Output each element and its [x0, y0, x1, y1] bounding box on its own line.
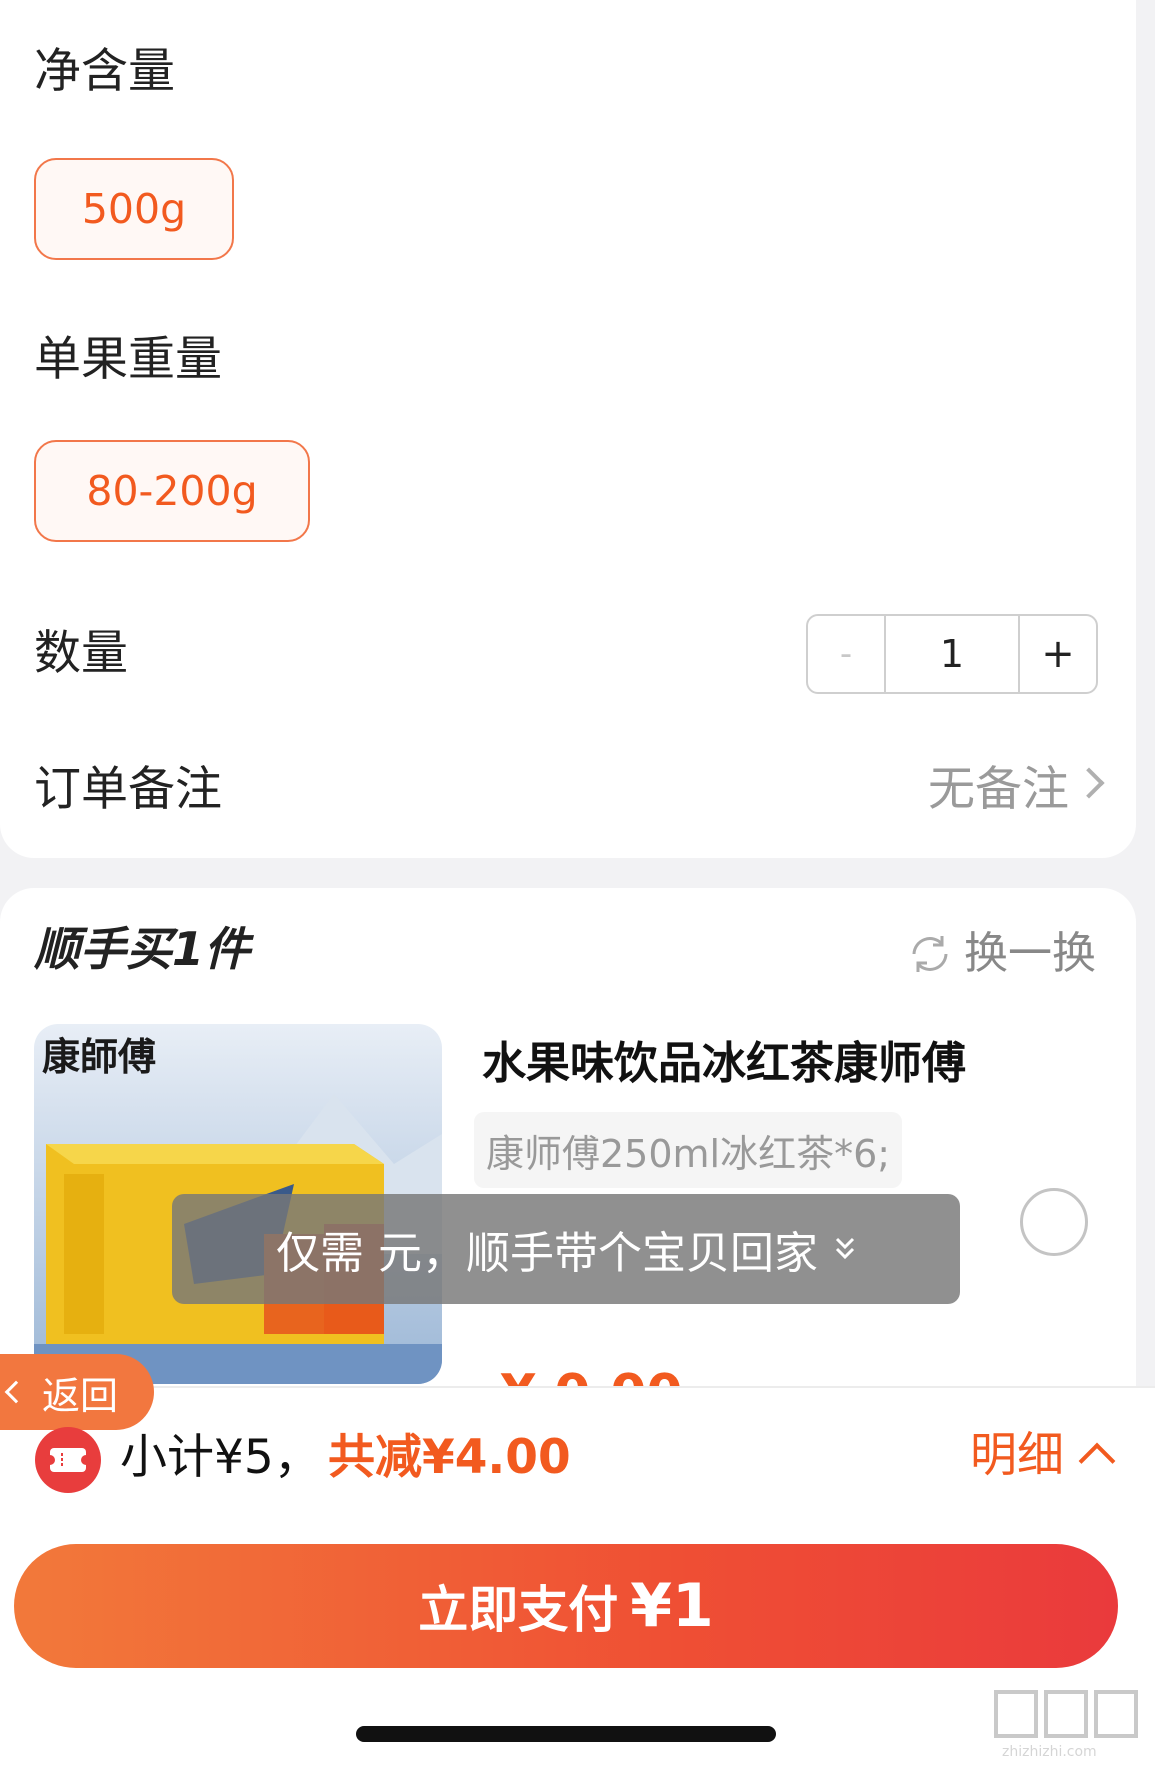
- addon-title: 顺手买1件: [34, 922, 251, 976]
- increment-button[interactable]: +: [1020, 616, 1096, 692]
- select-radio[interactable]: [1020, 1188, 1088, 1256]
- brand-logo: 康師傅: [42, 1034, 156, 1079]
- watermark-text: zhizhizhi.com: [1002, 1744, 1097, 1760]
- single-weight-option[interactable]: 80-200g: [34, 440, 310, 542]
- order-remark-label: 订单备注: [34, 762, 222, 817]
- pay-now-button[interactable]: 立即支付 ¥1: [14, 1544, 1118, 1668]
- product-name: 水果味饮品冰红茶康师傅: [482, 1038, 966, 1089]
- product-spec[interactable]: 康师傅250ml冰红茶*6;: [474, 1112, 903, 1188]
- chevron-left-icon: [4, 1380, 28, 1404]
- swap-label: 换一换: [964, 928, 1096, 979]
- net-content-title: 净含量: [34, 44, 175, 99]
- toast-message: 仅需 元，顺手带个宝贝回家: [172, 1194, 960, 1304]
- refresh-icon: [912, 936, 948, 972]
- quantity-input[interactable]: 1: [886, 616, 1020, 692]
- spec-card: [0, 0, 1136, 858]
- back-label: 返回: [42, 1373, 119, 1418]
- double-chevron-down-icon: [835, 1237, 855, 1260]
- back-button[interactable]: 返回: [0, 1354, 154, 1430]
- swap-button[interactable]: 换一换: [906, 930, 1096, 978]
- home-indicator: [356, 1726, 776, 1742]
- net-content-option[interactable]: 500g: [34, 158, 234, 260]
- subtotal-text: 小计¥5，: [120, 1430, 321, 1485]
- discount-text: 共减¥4.00: [328, 1430, 571, 1485]
- decrement-button[interactable]: -: [808, 616, 886, 692]
- pay-amount: ¥1: [630, 1571, 714, 1641]
- coupon-icon: [35, 1427, 101, 1493]
- pay-label: 立即支付: [418, 1581, 619, 1639]
- detail-button[interactable]: 明细: [970, 1432, 1064, 1479]
- order-remark-value[interactable]: 无备注: [928, 766, 1069, 813]
- single-weight-title: 单果重量: [34, 332, 222, 387]
- quantity-stepper: - 1 +: [806, 614, 1098, 694]
- watermark: zhizhizhi.com: [992, 1684, 1144, 1764]
- toast-text: 仅需 元，顺手带个宝贝回家: [276, 1228, 818, 1279]
- quantity-label: 数量: [34, 626, 128, 681]
